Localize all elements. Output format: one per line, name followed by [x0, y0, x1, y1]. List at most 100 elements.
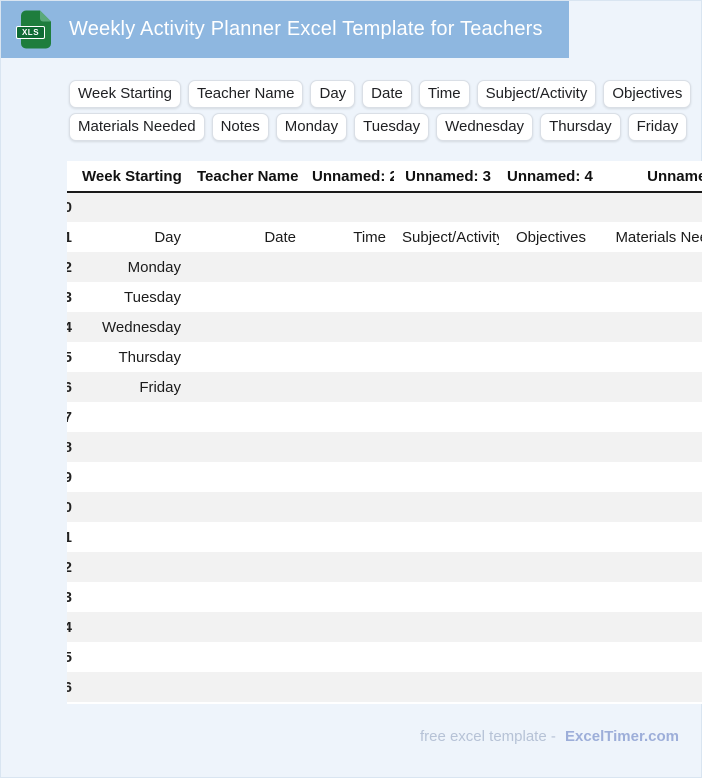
- table-cell: [594, 402, 702, 432]
- chip-wednesday[interactable]: Wednesday: [436, 113, 534, 141]
- table-cell: [499, 372, 594, 402]
- table-cell: [74, 462, 189, 492]
- table-cell: [189, 642, 304, 672]
- chip-friday[interactable]: Friday: [627, 113, 688, 141]
- table-row: 1 Day Date Time Subject/Activity Objectives Ma…: [67, 222, 702, 252]
- table-cell: [499, 252, 594, 282]
- chip-thursday[interactable]: Thursday: [540, 113, 621, 141]
- table-row: 14: [67, 612, 702, 642]
- page-banner: XLS Weekly Activity Planner Excel Templa…: [1, 1, 569, 58]
- table-row: 0: [67, 192, 702, 222]
- table-cell: [594, 372, 702, 402]
- chip-materials-needed[interactable]: Materials Needed: [69, 113, 205, 141]
- chip-time[interactable]: Time: [418, 80, 470, 108]
- table-cell: [189, 552, 304, 582]
- row-index: 11: [67, 528, 72, 546]
- table-cell: [189, 672, 304, 702]
- table-cell: [394, 342, 499, 372]
- table-cell: [189, 192, 304, 222]
- footer-brand-link[interactable]: ExcelTimer.com: [565, 728, 679, 745]
- table-cell: [594, 552, 702, 582]
- table-cell: [594, 282, 702, 312]
- table-cell: [304, 642, 394, 672]
- table-cell: Monday: [127, 258, 181, 276]
- table-cell: [304, 462, 394, 492]
- table-cell: [499, 582, 594, 612]
- table-cell: [594, 582, 702, 612]
- row-index: 7: [67, 408, 72, 426]
- table-row: 5 Thursday: [67, 342, 702, 372]
- table-row: 7: [67, 402, 702, 432]
- table-cell: [394, 672, 499, 702]
- table-cell: [394, 432, 499, 462]
- chip-list: Week Starting Teacher Name Day Date Time Subj…: [69, 80, 702, 141]
- table-cell: [499, 672, 594, 702]
- table-cell: [304, 582, 394, 612]
- table-cell: Date: [264, 228, 296, 246]
- table-cell: [304, 342, 394, 372]
- table-row: 13: [67, 582, 702, 612]
- xls-icon-label: XLS: [16, 26, 45, 39]
- table-cell: Tuesday: [124, 288, 181, 306]
- table-cell: [304, 402, 394, 432]
- table-row: 16: [67, 672, 702, 702]
- table-cell: [394, 372, 499, 402]
- row-index: 3: [67, 288, 72, 306]
- table-cell: [394, 492, 499, 522]
- table-cell: [189, 312, 304, 342]
- table-cell: [499, 462, 594, 492]
- table-cell: [394, 192, 499, 222]
- chip-date[interactable]: Date: [362, 80, 412, 108]
- table-cell: [394, 402, 499, 432]
- data-table: Week Starting Teacher Name Unnamed: 2 Unnam…: [67, 161, 702, 702]
- table-cell: [74, 432, 189, 462]
- table-cell: [74, 642, 189, 672]
- chip-day[interactable]: Day: [310, 80, 356, 108]
- table-cell: [499, 342, 594, 372]
- table-cell: Wednesday: [102, 318, 181, 336]
- table-cell: [499, 282, 594, 312]
- table-cell: [189, 492, 304, 522]
- table-cell: [394, 642, 499, 672]
- table-row: 15: [67, 642, 702, 672]
- table-cell: [74, 612, 189, 642]
- chip-week-starting[interactable]: Week Starting: [69, 80, 181, 108]
- index-column-header: [67, 161, 74, 192]
- table-cell: [594, 192, 702, 222]
- chip-objectives[interactable]: Objectives: [603, 80, 692, 108]
- row-index: 0: [67, 192, 74, 222]
- column-header: Unnamed: 4: [507, 167, 593, 185]
- table-cell: [499, 642, 594, 672]
- table-cell: [304, 612, 394, 642]
- table-cell: [189, 522, 304, 552]
- chip-subject-activity[interactable]: Subject/Activity: [476, 80, 597, 108]
- table-cell: [594, 522, 702, 552]
- column-header: Week Starting: [82, 167, 182, 185]
- page-footer: free excel template - ExcelTimer.com: [420, 728, 679, 745]
- column-header: Unnamed: 3: [405, 167, 491, 185]
- chip-teacher-name[interactable]: Teacher Name: [187, 80, 304, 108]
- table-cell: [189, 402, 304, 432]
- table-cell: Subject/Activity: [402, 228, 499, 246]
- table-row: 11: [67, 522, 702, 552]
- table-cell: [394, 612, 499, 642]
- chip-tuesday[interactable]: Tuesday: [354, 113, 430, 141]
- row-index: 16: [67, 678, 72, 696]
- table-cell: [304, 432, 394, 462]
- table-cell: [304, 312, 394, 342]
- chip-notes[interactable]: Notes: [211, 113, 269, 141]
- table-cell: [499, 432, 594, 462]
- row-index: 14: [67, 618, 72, 636]
- table-header-row: Week Starting Teacher Name Unnamed: 2 Unnam…: [67, 161, 702, 192]
- table-cell: Day: [154, 228, 181, 246]
- table-cell: [189, 282, 304, 312]
- chip-monday[interactable]: Monday: [275, 113, 348, 141]
- table-cell: [499, 312, 594, 342]
- table-row: 8: [67, 432, 702, 462]
- table-cell: [189, 372, 304, 402]
- row-index: 8: [67, 438, 72, 456]
- table-cell: [304, 672, 394, 702]
- row-index: 4: [67, 318, 72, 336]
- table-row: 9: [67, 462, 702, 492]
- table-cell: Time: [353, 228, 386, 246]
